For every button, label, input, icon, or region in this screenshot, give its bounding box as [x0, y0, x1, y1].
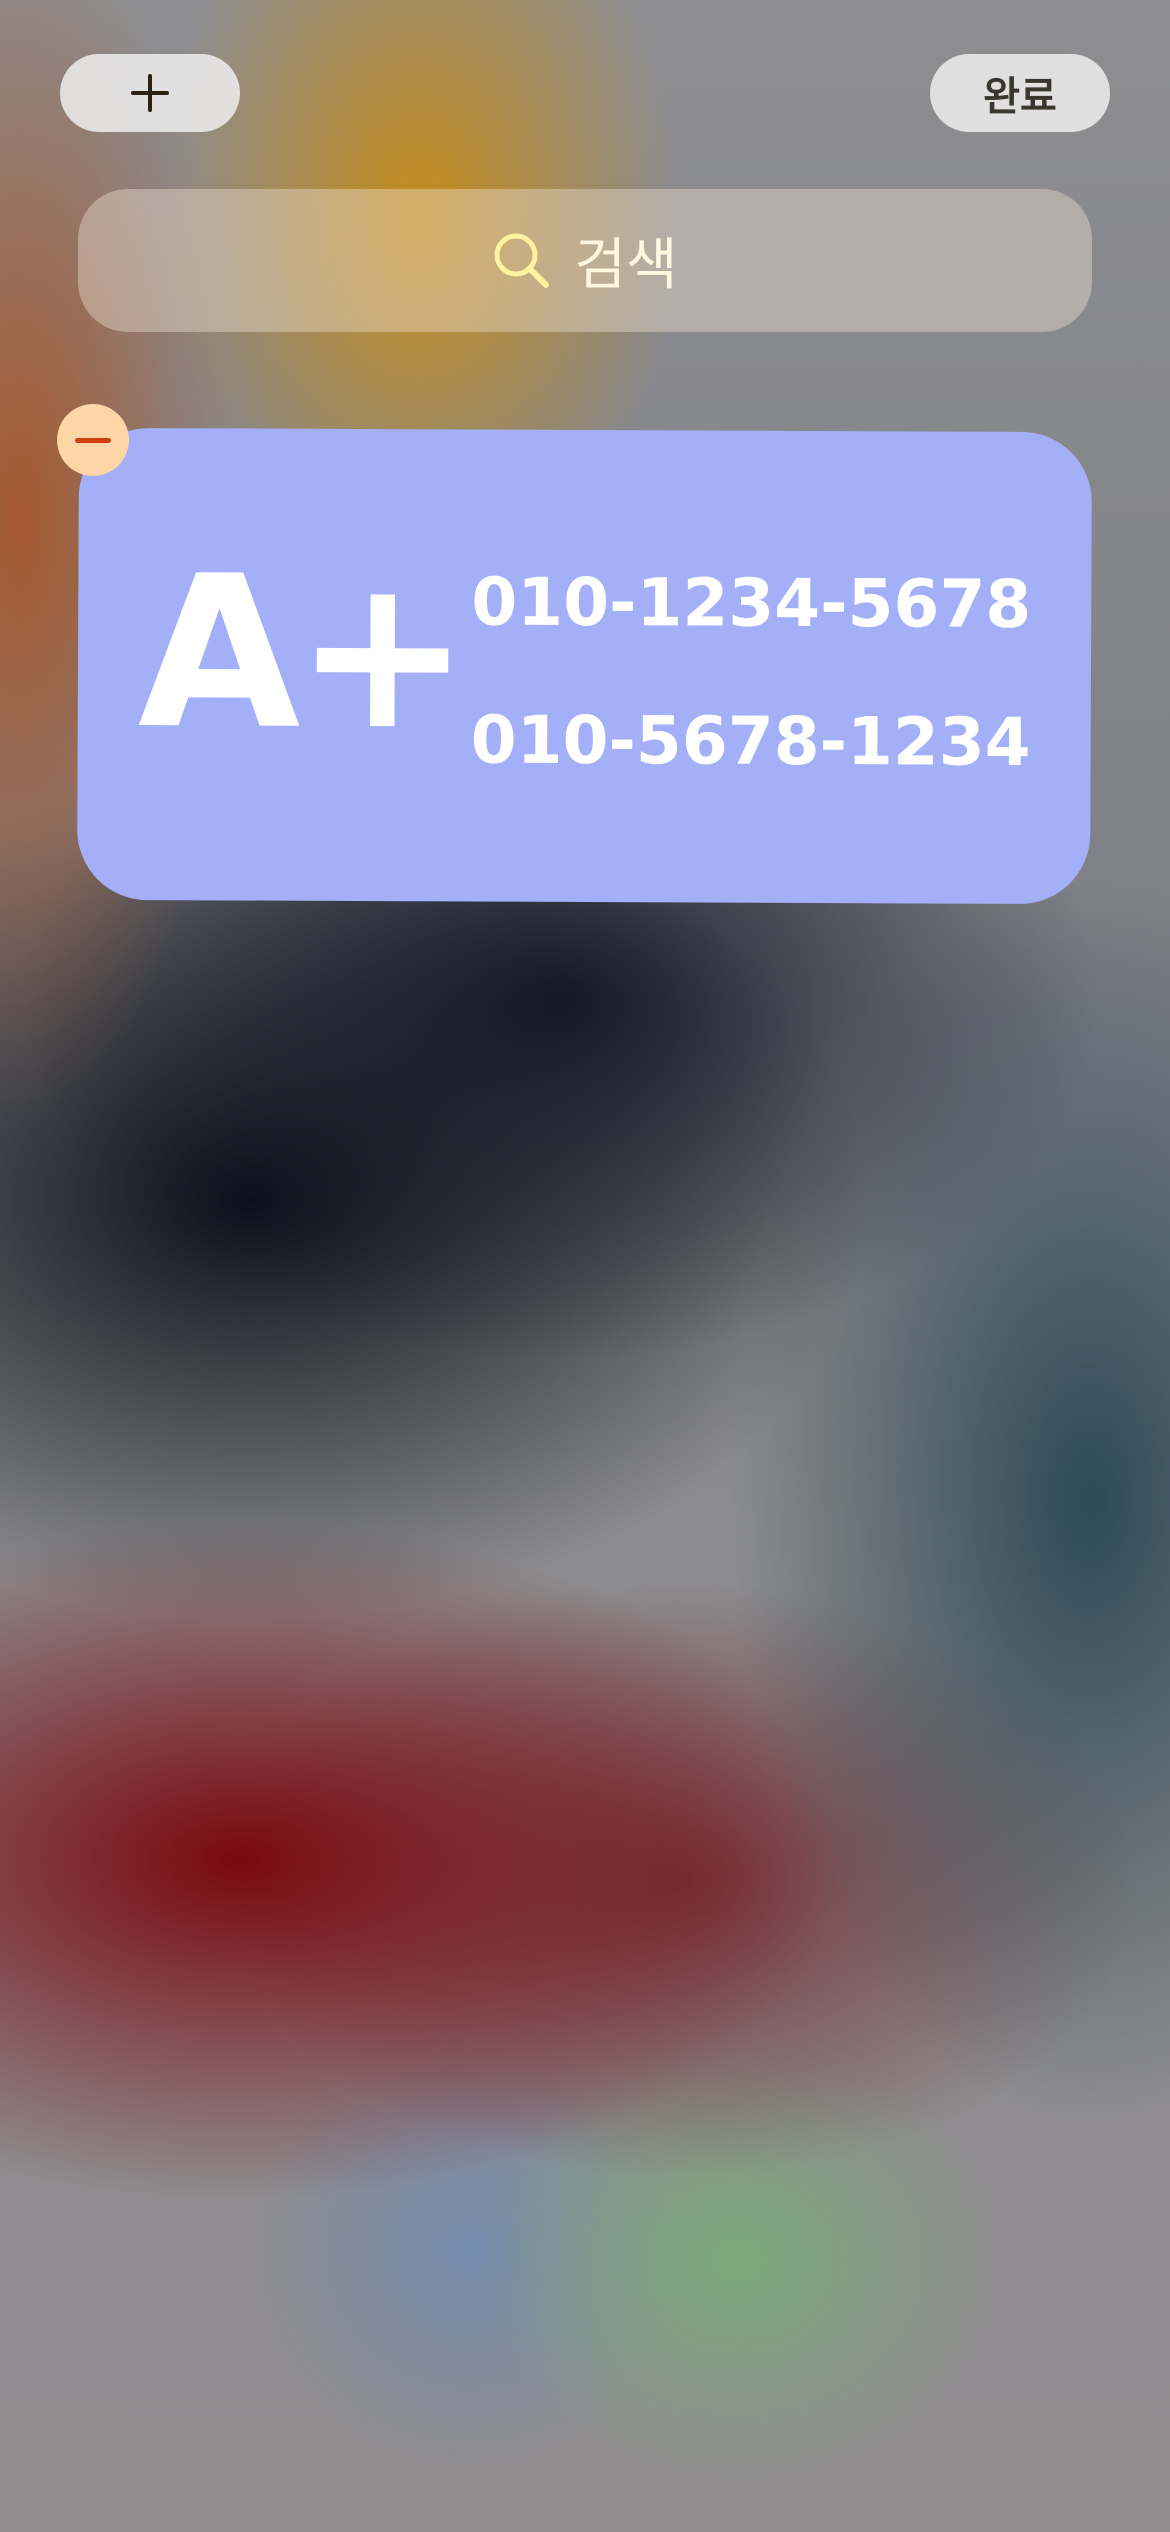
widget-phone-number: 010-5678-1234: [470, 701, 1031, 781]
wallpaper: [0, 0, 1170, 2532]
minus-icon: [75, 437, 111, 443]
plus-icon: [131, 74, 169, 112]
widget-search-bar[interactable]: 검색: [78, 189, 1092, 332]
remove-widget-button[interactable]: [57, 404, 129, 476]
done-button[interactable]: 완료: [930, 54, 1110, 132]
done-label: 완료: [983, 74, 1057, 120]
contact-widget[interactable]: A+ 010-1234-5678 010-5678-1234: [76, 427, 1093, 905]
search-label: 검색: [574, 233, 678, 298]
widget-grade-label: A+: [137, 530, 466, 777]
add-widget-button[interactable]: [60, 54, 240, 132]
search-icon: [494, 233, 550, 288]
widget-phone-number: 010-1234-5678: [471, 563, 1032, 643]
